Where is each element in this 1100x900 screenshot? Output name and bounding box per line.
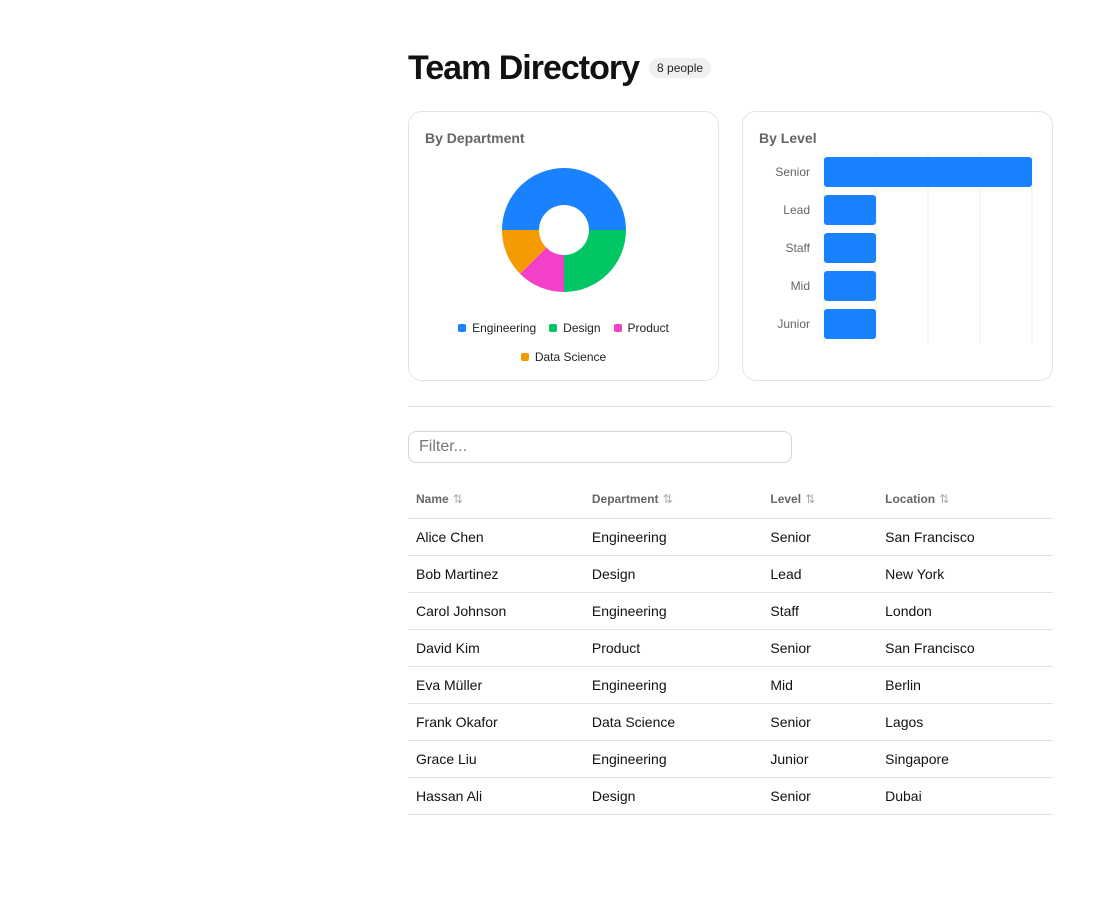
donut-slice-design[interactable] — [564, 230, 626, 292]
bar-label-senior: Senior — [775, 165, 810, 179]
cell-name: Frank Okafor — [408, 703, 584, 741]
bar-junior[interactable] — [824, 309, 876, 339]
cell-name: Carol Johnson — [408, 592, 584, 630]
cell-name: Hassan Ali — [408, 777, 584, 815]
cell-department: Product — [583, 629, 763, 667]
cell-location: San Francisco — [877, 518, 1053, 556]
column-header-level[interactable]: Level ⇅ — [762, 480, 878, 519]
cell-name: David Kim — [408, 629, 584, 667]
cell-level: Lead — [762, 555, 878, 593]
cell-level: Mid — [762, 666, 878, 704]
table-row[interactable]: Grace Liu Engineering Junior Singapore — [408, 740, 1053, 778]
cell-level: Junior — [762, 740, 878, 778]
cell-location: London — [877, 592, 1053, 630]
cell-level: Senior — [762, 629, 878, 667]
cell-department: Engineering — [583, 592, 763, 630]
table-row[interactable]: Alice Chen Engineering Senior San Francisco — [408, 518, 1053, 556]
page-title: Team Directory — [408, 49, 640, 87]
cell-level: Senior — [762, 777, 878, 815]
department-legend: Engineering Design Product Data Science — [409, 320, 718, 365]
level-chart-card: By Level Senior Lead Staff Mid Junior — [742, 111, 1053, 381]
bar-mid[interactable] — [824, 271, 876, 301]
table-header-row: Name ⇅ Department ⇅ Level ⇅ Location ⇅ — [408, 480, 1053, 519]
cell-department: Design — [583, 777, 763, 815]
table-row[interactable]: Bob Martinez Design Lead New York — [408, 555, 1053, 593]
table-body: Alice Chen Engineering Senior San Francisco… — [408, 518, 1053, 815]
column-header-label: Name — [416, 492, 449, 506]
legend-swatch — [549, 324, 558, 332]
table-row[interactable]: David Kim Product Senior San Francisco — [408, 629, 1053, 667]
donut-slice-engineering[interactable] — [502, 168, 626, 230]
sort-icon[interactable]: ⇅ — [453, 492, 463, 506]
department-chart-card: By Department Engineering Design Product Da… — [408, 111, 719, 381]
cell-name: Eva Müller — [408, 666, 584, 704]
sort-icon[interactable]: ⇅ — [805, 492, 815, 506]
team-table: Name ⇅ Department ⇅ Level ⇅ Location ⇅ Alice Ch… — [408, 480, 1053, 815]
section-divider — [408, 406, 1053, 407]
cell-location: Singapore — [877, 740, 1053, 778]
cell-department: Engineering — [583, 518, 763, 556]
legend-label: Product — [627, 321, 669, 335]
column-header-label: Level — [770, 492, 802, 506]
bar-lead[interactable] — [824, 195, 876, 225]
column-header-location[interactable]: Location ⇅ — [877, 480, 1053, 519]
column-header-department[interactable]: Department ⇅ — [583, 480, 763, 519]
filter-input[interactable] — [408, 431, 792, 463]
cell-location: San Francisco — [877, 629, 1053, 667]
cell-department: Data Science — [583, 703, 763, 741]
legend-label: Design — [563, 321, 601, 335]
count-badge: 8 people — [649, 58, 712, 78]
level-bar-chart: Senior Lead Staff Mid Junior — [775, 152, 1033, 344]
level-chart-title: By Level — [759, 130, 817, 146]
sort-icon[interactable]: ⇅ — [939, 492, 949, 506]
bar-label-lead: Lead — [783, 203, 810, 217]
cell-level: Senior — [762, 703, 878, 741]
bar-staff[interactable] — [824, 233, 876, 263]
legend-item-data-science: Data Science — [520, 349, 607, 365]
cell-level: Staff — [762, 592, 878, 630]
column-header-name[interactable]: Name ⇅ — [408, 480, 584, 519]
legend-swatch — [613, 324, 622, 332]
legend-swatch — [458, 324, 467, 332]
legend-label: Data Science — [534, 350, 607, 364]
column-header-label: Location — [885, 492, 936, 506]
legend-item-product: Product — [613, 320, 669, 336]
cell-department: Engineering — [583, 740, 763, 778]
sort-icon[interactable]: ⇅ — [663, 492, 673, 506]
bar-senior[interactable] — [824, 157, 1032, 187]
table-row[interactable]: Hassan Ali Design Senior Dubai — [408, 777, 1053, 815]
table-row[interactable]: Eva Müller Engineering Mid Berlin — [408, 666, 1053, 704]
cell-name: Alice Chen — [408, 518, 584, 556]
legend-swatch — [520, 353, 529, 361]
page-header: Team Directory 8 people — [408, 48, 712, 88]
cell-location: Berlin — [877, 666, 1053, 704]
cell-name: Grace Liu — [408, 740, 584, 778]
bar-label-junior: Junior — [777, 317, 810, 331]
bar-label-staff: Staff — [786, 241, 811, 255]
column-header-label: Department — [591, 492, 659, 506]
table-row[interactable]: Carol Johnson Engineering Staff London — [408, 592, 1053, 630]
cell-location: Dubai — [877, 777, 1053, 815]
bar-label-mid: Mid — [791, 279, 810, 293]
cell-location: Lagos — [877, 703, 1053, 741]
cell-level: Senior — [762, 518, 878, 556]
cell-location: New York — [877, 555, 1053, 593]
legend-item-design: Design — [549, 320, 601, 336]
cell-name: Bob Martinez — [408, 555, 584, 593]
legend-item-engineering: Engineering — [458, 320, 536, 336]
cell-department: Design — [583, 555, 763, 593]
department-chart-title: By Department — [425, 130, 525, 146]
legend-label: Engineering — [472, 321, 537, 335]
table-row[interactable]: Frank Okafor Data Science Senior Lagos — [408, 703, 1053, 741]
cell-department: Engineering — [583, 666, 763, 704]
